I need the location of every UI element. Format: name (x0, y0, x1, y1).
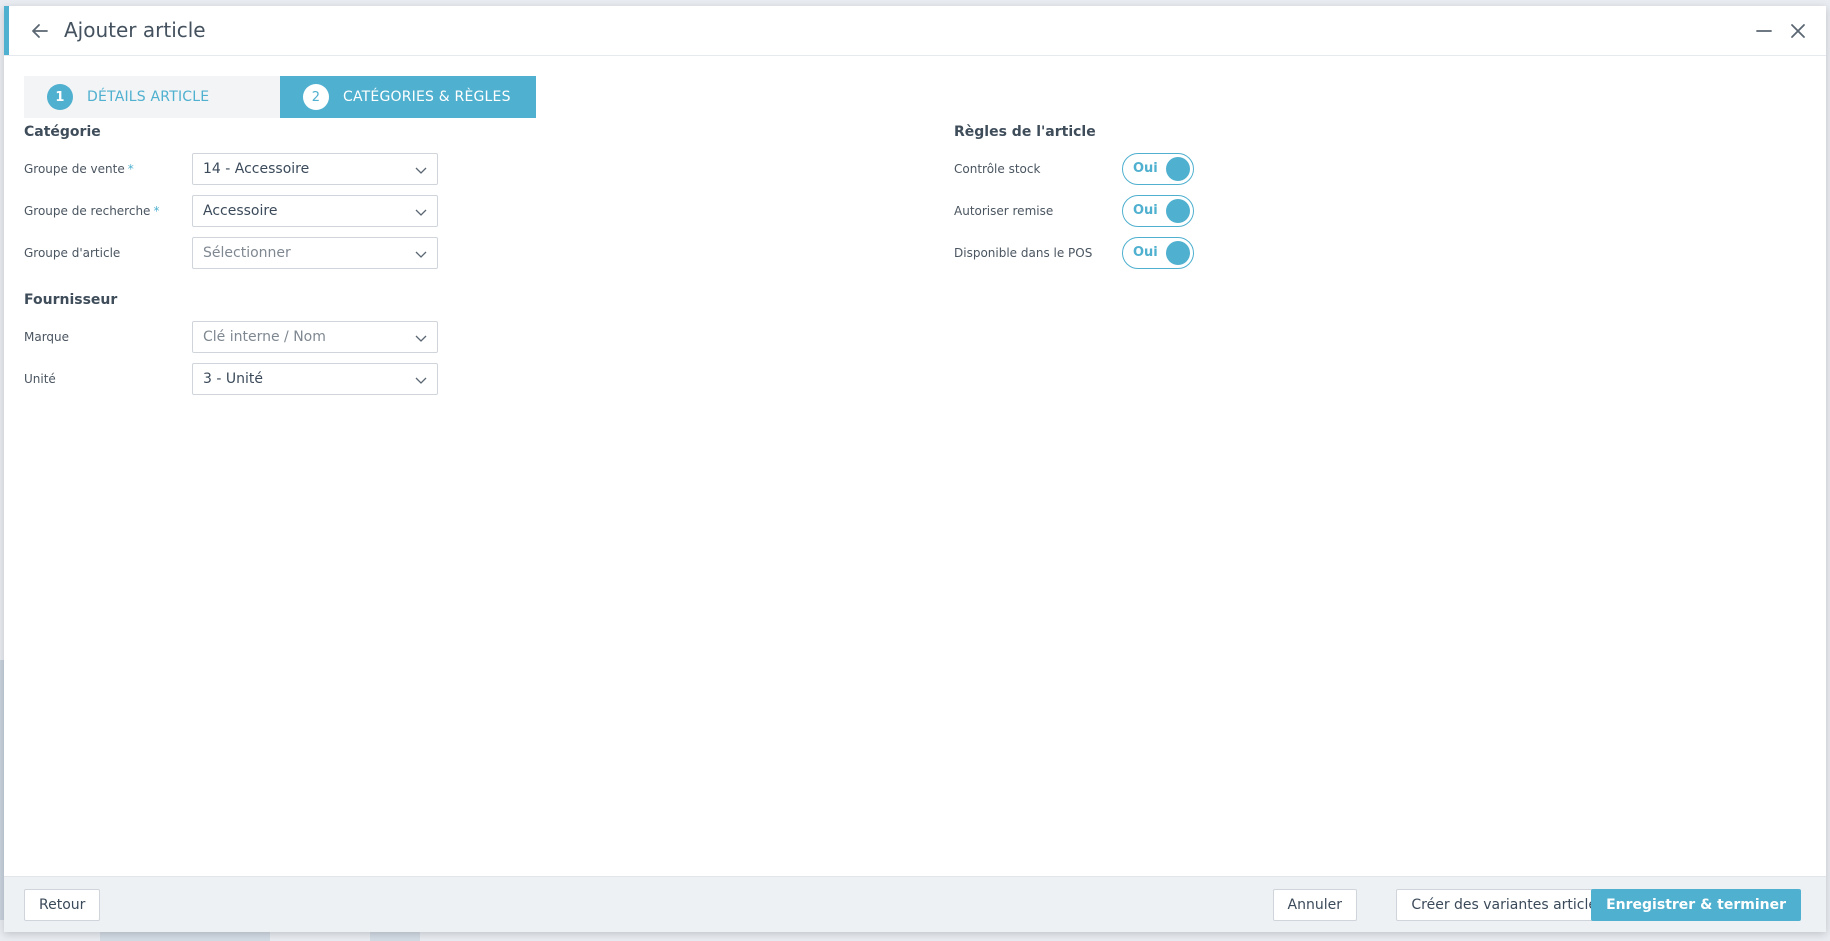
save-and-finish-button[interactable]: Enregistrer & terminer (1591, 889, 1801, 921)
required-marker: * (127, 162, 134, 176)
section-title-categorie: Catégorie (24, 124, 101, 140)
toggle-text: Oui (1133, 245, 1158, 260)
groupe-d-article-select[interactable]: Sélectionner (192, 237, 438, 269)
section-title-regles: Règles de l'article (954, 124, 1096, 140)
label-unite: Unité (24, 372, 56, 386)
autoriser-remise-toggle[interactable]: Oui (1122, 195, 1194, 227)
toggle-text: Oui (1133, 203, 1158, 218)
required-marker: * (153, 204, 160, 218)
step-label: DÉTAILS ARTICLE (87, 89, 210, 105)
dialog-footer: Retour Annuler Créer des variantes artic… (4, 876, 1826, 932)
select-placeholder: Sélectionner (203, 245, 291, 261)
retour-button[interactable]: Retour (24, 889, 101, 921)
toggle-knob (1166, 199, 1190, 223)
select-value: 3 - Unité (203, 371, 263, 387)
chevron-down-icon (415, 335, 427, 342)
wizard-stepper: 1 DÉTAILS ARTICLE 2 CATÉGORIES & RÈGLES (24, 76, 536, 118)
create-variants-button[interactable]: Créer des variantes article (1396, 889, 1612, 921)
step-number: 1 (47, 84, 73, 110)
minus-icon[interactable] (1752, 19, 1776, 43)
select-value: 14 - Accessoire (203, 161, 310, 177)
dialog-title: Ajouter article (64, 18, 206, 42)
unite-select[interactable]: 3 - Unité (192, 363, 438, 395)
toggle-knob (1166, 157, 1190, 181)
chevron-down-icon (415, 209, 427, 216)
groupe-de-vente-select[interactable]: 14 - Accessoire (192, 153, 438, 185)
groupe-de-recherche-select[interactable]: Accessoire (192, 195, 438, 227)
step-number: 2 (303, 84, 329, 110)
label-groupe-de-vente: Groupe de vente * (24, 160, 134, 178)
label-marque: Marque (24, 330, 70, 344)
add-article-dialog: Ajouter article 1 DÉTAILS ARTICLE 2 CATÉ… (4, 6, 1826, 932)
step-categories-regles[interactable]: 2 CATÉGORIES & RÈGLES (280, 76, 536, 118)
toggle-text: Oui (1133, 161, 1158, 176)
toggle-knob (1166, 241, 1190, 265)
chevron-down-icon (415, 167, 427, 174)
chevron-down-icon (415, 251, 427, 258)
label-autoriser-remise: Autoriser remise (954, 204, 1054, 218)
field-label-text: Groupe de vente (24, 162, 125, 176)
dialog-header: Ajouter article (4, 6, 1826, 56)
disponible-pos-toggle[interactable]: Oui (1122, 237, 1194, 269)
chevron-down-icon (415, 377, 427, 384)
label-controle-stock: Contrôle stock (954, 162, 1041, 176)
step-label: CATÉGORIES & RÈGLES (343, 89, 511, 105)
header-accent-bar (4, 6, 9, 55)
step-details-article[interactable]: 1 DÉTAILS ARTICLE (24, 76, 280, 118)
label-groupe-de-recherche: Groupe de recherche * (24, 202, 159, 220)
marque-select[interactable]: Clé interne / Nom (192, 321, 438, 353)
field-label-text: Groupe de recherche (24, 204, 151, 218)
label-disponible-pos: Disponible dans le POS (954, 246, 1093, 260)
controle-stock-toggle[interactable]: Oui (1122, 153, 1194, 185)
close-icon[interactable] (1786, 19, 1810, 43)
label-groupe-d-article: Groupe d'article (24, 246, 121, 260)
section-title-fournisseur: Fournisseur (24, 292, 118, 308)
select-placeholder: Clé interne / Nom (203, 329, 326, 345)
arrow-left-icon[interactable] (28, 19, 52, 43)
annuler-button[interactable]: Annuler (1272, 889, 1357, 921)
select-value: Accessoire (203, 203, 278, 219)
